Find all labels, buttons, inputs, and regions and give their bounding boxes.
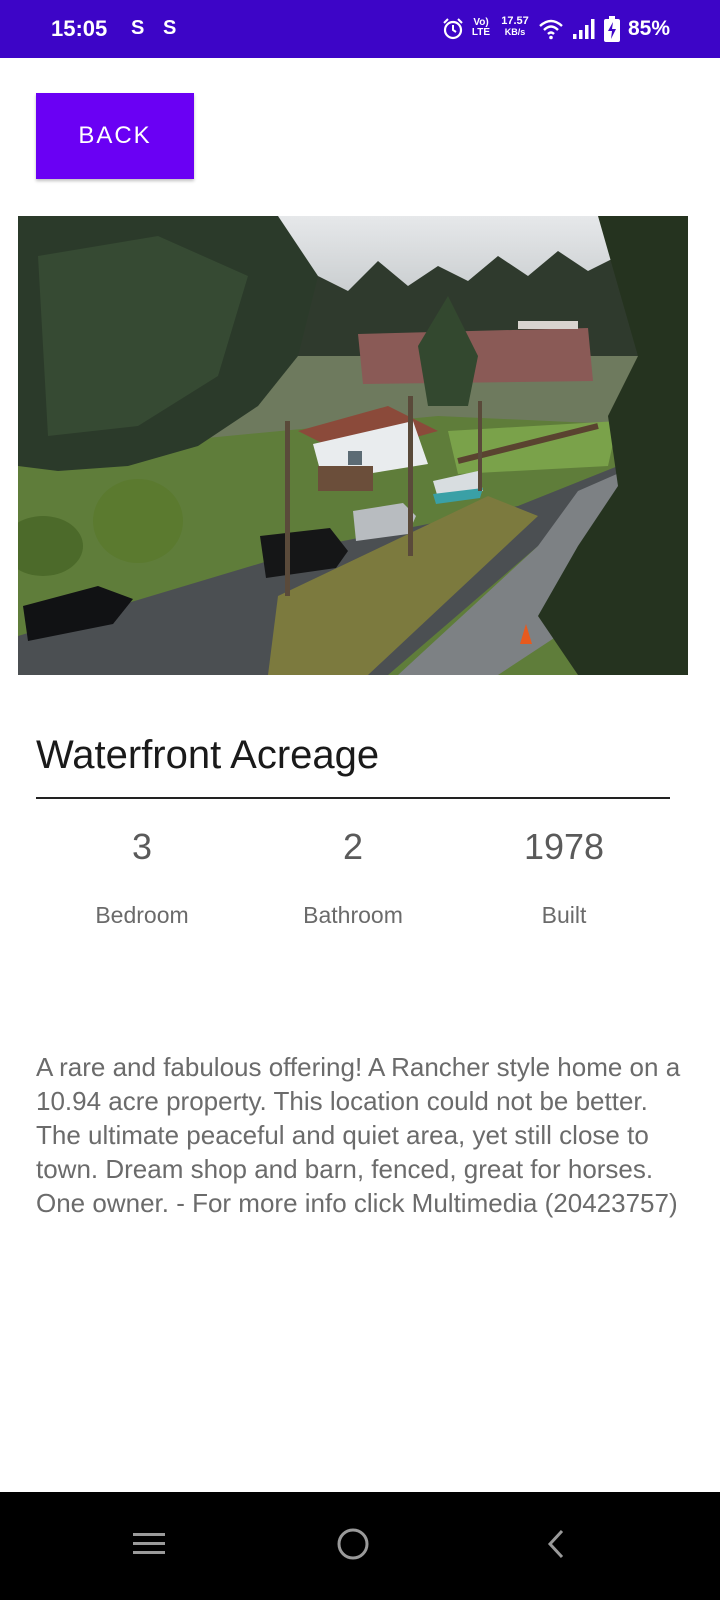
alarm-icon <box>443 18 463 40</box>
bedroom-count: 3 <box>131 826 153 867</box>
system-back-button[interactable] <box>526 1514 586 1574</box>
wifi-icon <box>539 19 563 40</box>
property-aerial-image <box>18 216 688 675</box>
notification-s-icon: S <box>131 17 145 39</box>
home-button[interactable] <box>323 1514 383 1574</box>
signal-icon <box>573 19 595 39</box>
volte-icon: Vo) LTE <box>471 17 491 38</box>
bedroom-label: Bedroom <box>95 902 189 928</box>
status-time: 15:05 <box>51 16 108 41</box>
back-button[interactable]: BACK <box>36 93 194 179</box>
back-icon <box>547 1529 564 1559</box>
menu-icon <box>133 1533 165 1554</box>
listing-description: A rare and fabulous offering! A Rancher … <box>36 1052 681 1218</box>
bathroom-count: 2 <box>342 826 364 867</box>
bathroom-label: Bathroom <box>303 902 403 928</box>
listing-title: Waterfront Acreage <box>36 733 380 777</box>
net-speed: 17.57 KB/s <box>501 15 529 38</box>
battery-charging-icon <box>604 16 620 42</box>
battery-percent: 85% <box>628 17 671 40</box>
status-bar: 15:05 S S Vo) LTE 17.57 KB/s 85% <box>0 0 720 58</box>
navigation-bar <box>0 1492 720 1600</box>
recent-apps-button[interactable] <box>119 1514 179 1574</box>
home-icon <box>337 1528 369 1560</box>
notification-s-icon: S <box>163 17 177 39</box>
listing-photo <box>18 216 688 675</box>
built-label: Built <box>541 902 587 928</box>
year-built: 1978 <box>523 826 605 867</box>
title-divider <box>36 797 670 799</box>
